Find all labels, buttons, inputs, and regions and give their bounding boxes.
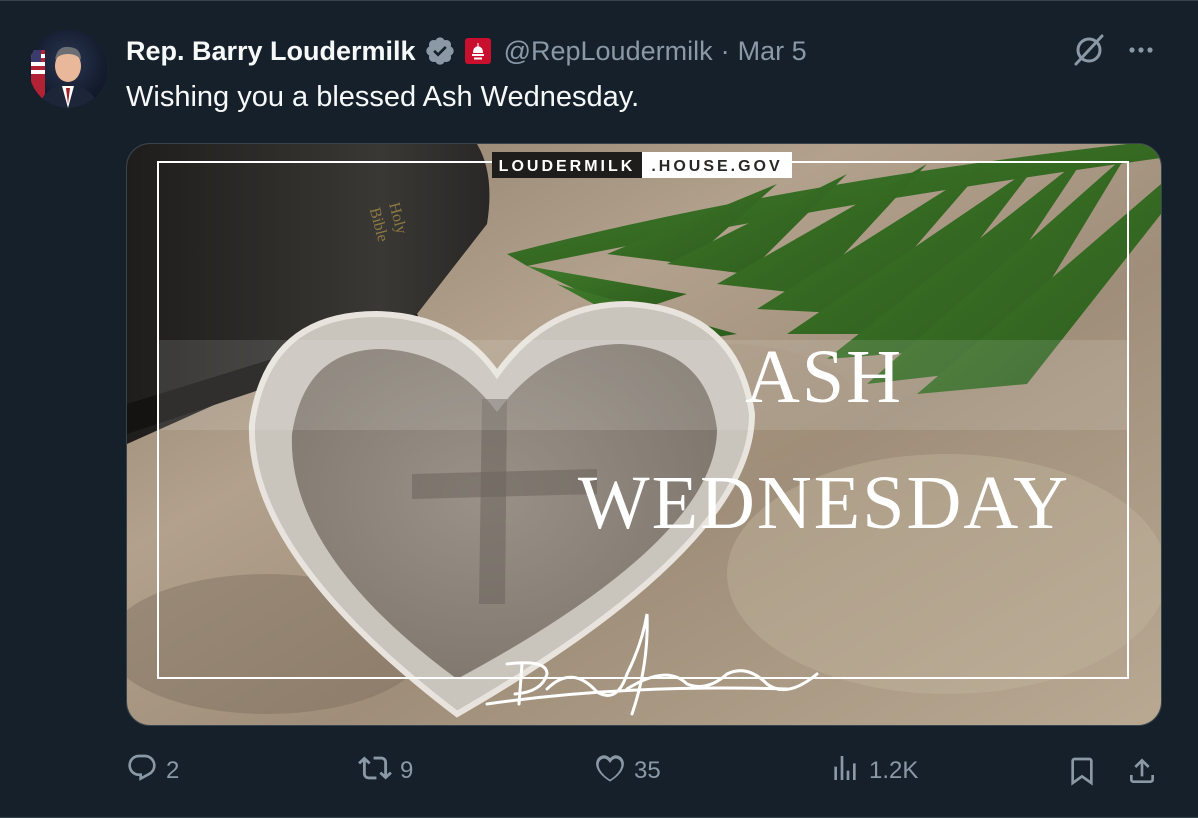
reply-icon <box>126 752 166 791</box>
reply-button[interactable]: 2 <box>126 749 179 793</box>
tweet-card[interactable]: Rep. Barry Loudermilk @RepLoudermilk · M… <box>0 0 1198 818</box>
timestamp[interactable]: Mar 5 <box>738 36 807 67</box>
repost-icon <box>358 751 400 792</box>
separator-dot: · <box>720 35 730 66</box>
tweet-image[interactable]: Holy Bible LOUDERMILK .HOUSE.GOV ASH WED… <box>126 143 1162 726</box>
author-handle[interactable]: @RepLoudermilk <box>504 36 713 67</box>
more-icon[interactable] <box>1126 35 1156 70</box>
views-count: 1.2K <box>869 757 919 784</box>
svg-text:LOUDERMILK: LOUDERMILK <box>499 158 636 175</box>
repost-count: 9 <box>400 757 414 784</box>
action-bar: 2 9 35 1.2K <box>126 749 1166 793</box>
headline-line2: WEDNESDAY <box>578 461 1070 545</box>
grok-icon[interactable] <box>1072 33 1106 72</box>
avatar[interactable] <box>29 30 107 108</box>
svg-text:.HOUSE.GOV: .HOUSE.GOV <box>651 158 782 175</box>
verified-icon[interactable] <box>424 35 456 67</box>
headline-line1: ASH <box>745 335 903 419</box>
top-right-actions <box>1072 33 1156 72</box>
like-button[interactable]: 35 <box>594 749 661 793</box>
site-banner: LOUDERMILK .HOUSE.GOV <box>492 152 792 178</box>
views-icon <box>829 752 869 791</box>
like-icon <box>594 752 634 791</box>
bookmark-icon[interactable] <box>1066 755 1098 792</box>
tweet-text: Wishing you a blessed Ash Wednesday. <box>126 81 640 113</box>
views-button[interactable]: 1.2K <box>829 749 918 793</box>
like-count: 35 <box>634 757 661 784</box>
author-name[interactable]: Rep. Barry Loudermilk <box>126 36 416 67</box>
tweet-header: Rep. Barry Loudermilk @RepLoudermilk · M… <box>126 31 807 71</box>
share-icon[interactable] <box>1126 755 1158 792</box>
repost-button[interactable]: 9 <box>358 749 413 793</box>
reply-count: 2 <box>166 757 180 784</box>
government-badge-icon[interactable] <box>464 37 492 65</box>
